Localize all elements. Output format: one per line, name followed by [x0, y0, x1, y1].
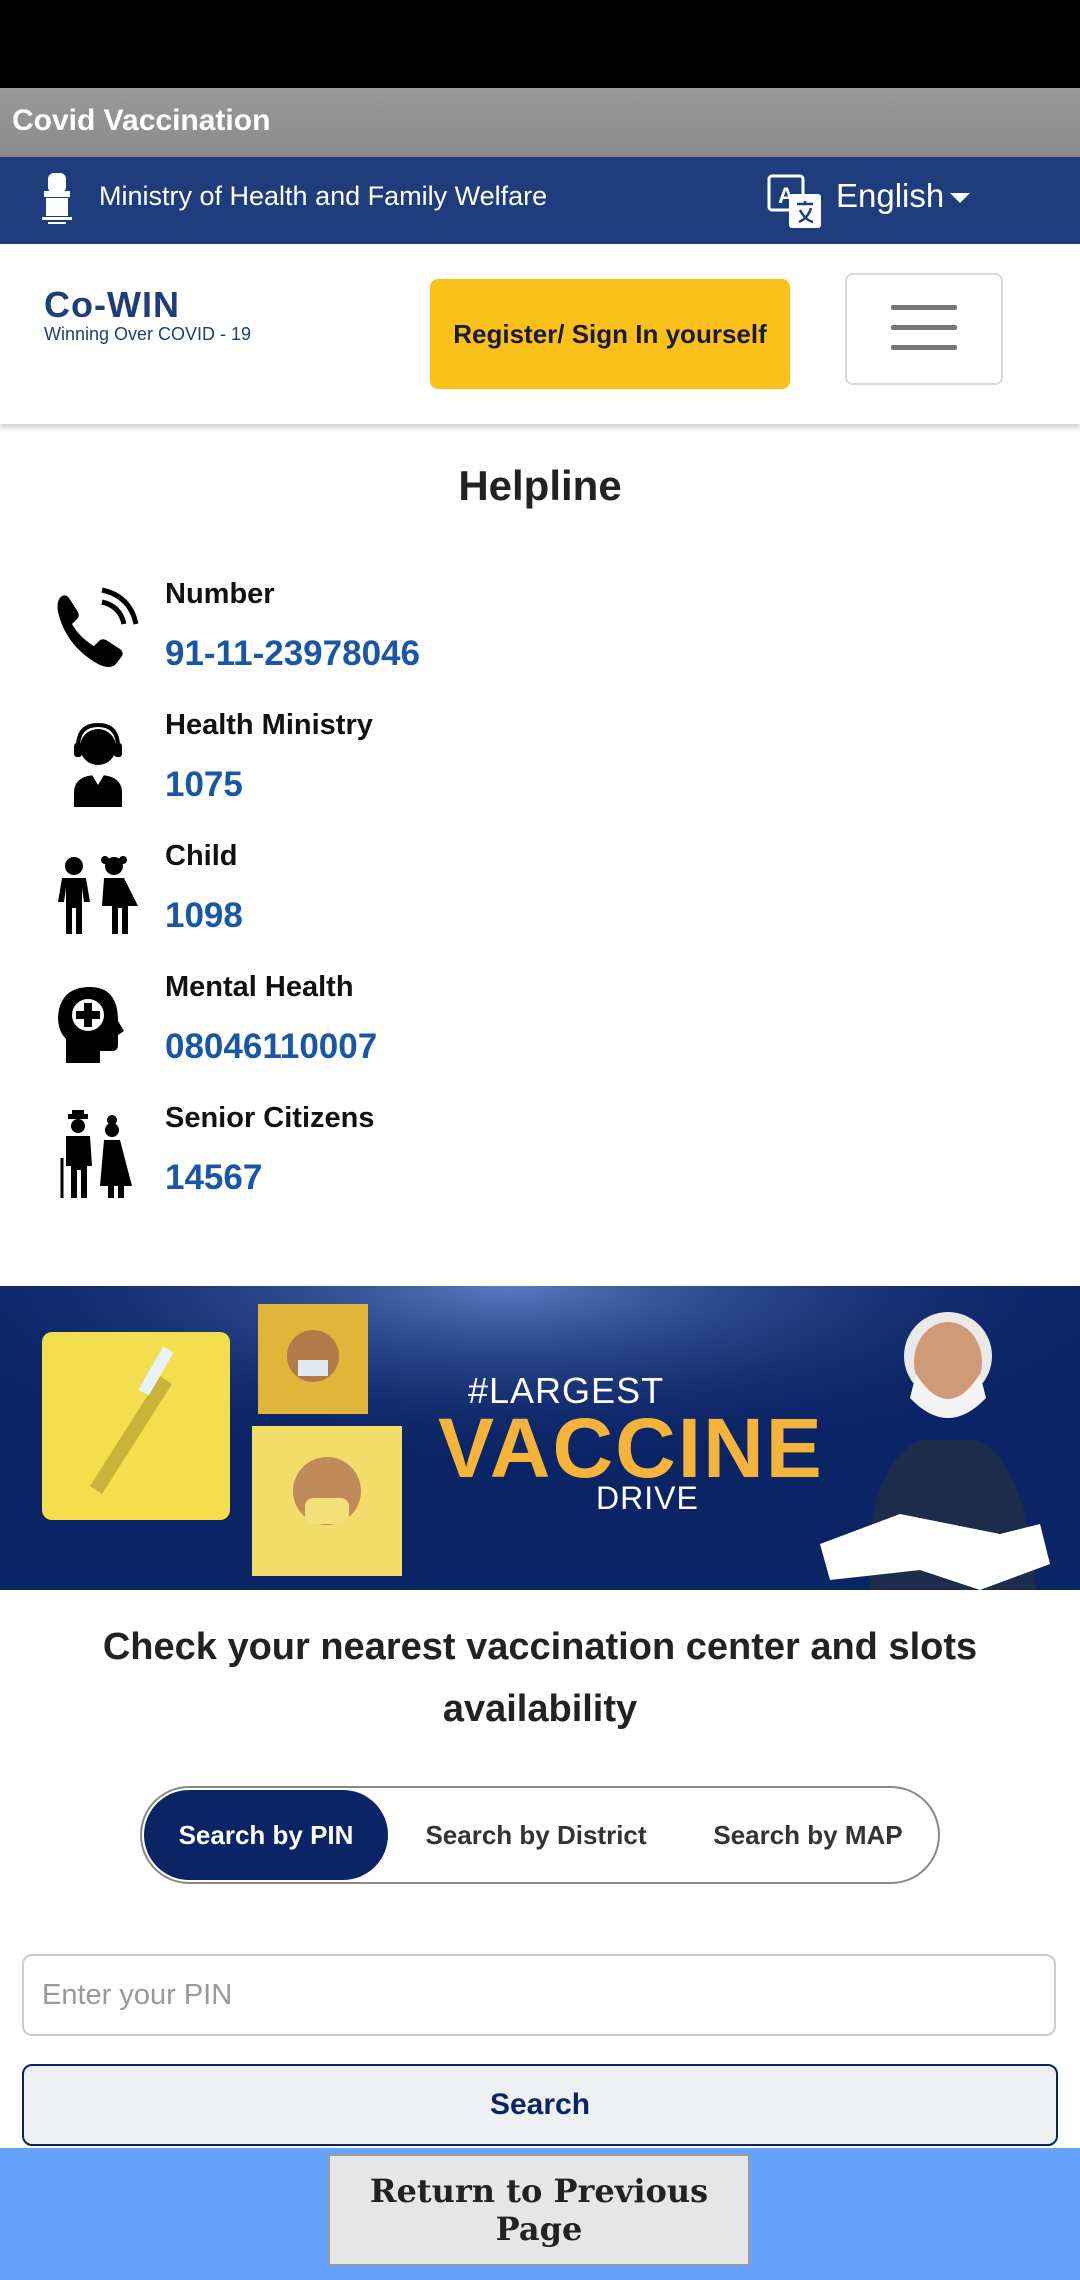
- mental-health-head-icon: [58, 987, 124, 1063]
- logo-brand: Co-WIN: [44, 284, 180, 325]
- translate-icon[interactable]: A: [767, 174, 823, 230]
- helpline-item: Number 91-11-23978046: [0, 578, 1080, 698]
- app-title-bar: Covid Vaccination: [0, 88, 1080, 157]
- senior-citizens-icon: [60, 1110, 132, 1198]
- helpline-title: Helpline: [458, 462, 622, 509]
- site-header: Co-WIN Winning Over COVID - 19 Register/…: [0, 244, 1080, 424]
- helpline-number[interactable]: 14567: [165, 1158, 262, 1198]
- helpline-number[interactable]: 1075: [165, 765, 243, 805]
- vaccine-drive-banner[interactable]: #LARGEST VACCINE DRIVE: [0, 1286, 1080, 1590]
- app-title: Covid Vaccination: [12, 104, 271, 137]
- helpline-name: Child: [165, 840, 238, 872]
- leader-portrait-image: [820, 1312, 1050, 1590]
- helpline-name: Number: [165, 578, 275, 610]
- ministry-bar: Ministry of Health and Family Welfare A …: [0, 157, 1080, 244]
- menu-bar-icon: [891, 305, 957, 310]
- menu-bar-icon: [891, 325, 957, 330]
- helpline-item: Health Ministry 1075: [0, 709, 1080, 829]
- headset-agent-icon: [74, 722, 122, 807]
- helpline-name: Senior Citizens: [165, 1102, 375, 1134]
- phone-icon: [57, 587, 139, 667]
- helpline-item: Child 1098: [0, 840, 1080, 960]
- helpline-number[interactable]: 08046110007: [165, 1027, 377, 1067]
- search-section-title: Check your nearest vaccination center an…: [102, 1626, 978, 1730]
- pin-input[interactable]: [22, 1954, 1056, 2036]
- helpline-item: Senior Citizens 14567: [0, 1102, 1080, 1222]
- tab-search-by-map[interactable]: Search by MAP: [680, 1788, 936, 1882]
- helpline-name: Health Ministry: [165, 709, 373, 741]
- search-mode-tabs: Search by PIN Search by District Search …: [140, 1786, 940, 1884]
- search-button[interactable]: Search: [22, 2064, 1058, 2146]
- helpline-name: Mental Health: [165, 971, 354, 1003]
- banner-line3: DRIVE: [596, 1480, 699, 1516]
- hamburger-menu-button[interactable]: [845, 273, 1003, 385]
- helpline-number[interactable]: 91-11-23978046: [165, 634, 420, 674]
- return-to-previous-page-button[interactable]: Return to Previous Page: [328, 2154, 750, 2266]
- chevron-down-icon[interactable]: [950, 193, 970, 203]
- status-bar: [0, 0, 1080, 88]
- menu-bar-icon: [891, 345, 957, 350]
- children-icon: [58, 856, 138, 934]
- register-sign-in-button[interactable]: Register/ Sign In yourself: [430, 279, 790, 389]
- tab-search-by-district[interactable]: Search by District: [394, 1788, 678, 1882]
- helpline-number[interactable]: 1098: [165, 896, 243, 936]
- language-selector[interactable]: English: [836, 177, 944, 215]
- logo-tagline: Winning Over COVID - 19: [44, 324, 252, 344]
- tab-search-by-pin[interactable]: Search by PIN: [144, 1790, 388, 1880]
- helpline-item: Mental Health 08046110007: [0, 971, 1080, 1091]
- cowin-logo[interactable]: Co-WIN Winning Over COVID - 19: [44, 284, 284, 354]
- ministry-label: Ministry of Health and Family Welfare: [99, 181, 548, 211]
- national-emblem-icon: [42, 173, 72, 224]
- return-bar: Return to Previous Page: [0, 2148, 1080, 2280]
